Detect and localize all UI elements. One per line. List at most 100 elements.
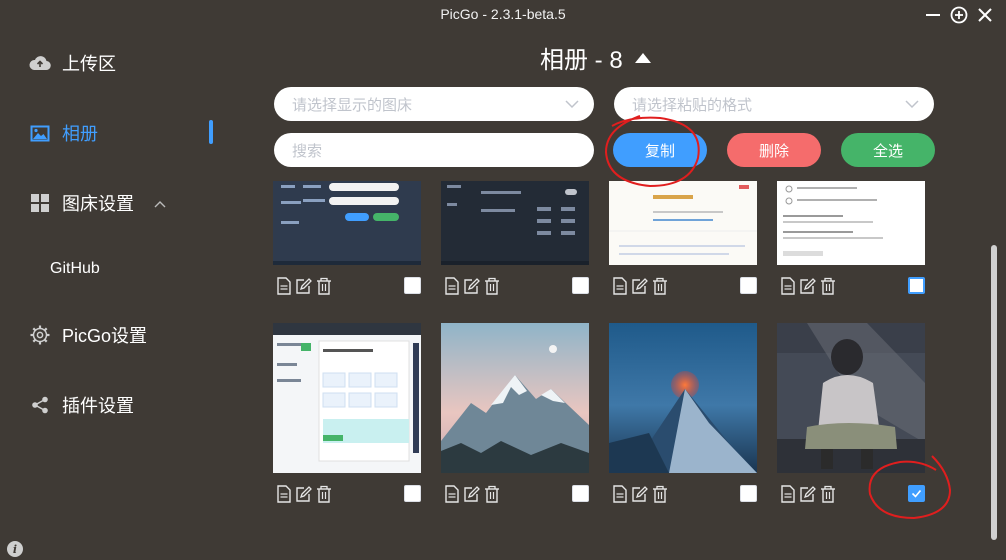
gallery-item <box>777 181 927 301</box>
chevron-down-icon <box>564 96 580 113</box>
item-tools <box>275 277 332 295</box>
maximize-button[interactable] <box>947 3 971 27</box>
file-icon[interactable] <box>275 485 292 503</box>
grid-icon <box>28 191 52 215</box>
image-thumbnail[interactable] <box>609 181 757 265</box>
edit-icon[interactable] <box>631 485 648 503</box>
gallery-item <box>273 181 423 301</box>
image-thumbnail[interactable] <box>273 323 421 473</box>
page-title-text: 相册 - 8 <box>540 47 623 74</box>
sidebar-item-label: 插件设置 <box>62 396 134 416</box>
sidebar-item-label: 上传区 <box>62 54 116 74</box>
sidebar-item-github[interactable]: GitHub <box>50 251 240 287</box>
trash-icon[interactable] <box>483 277 500 295</box>
file-icon[interactable] <box>443 485 460 503</box>
sidebar-item-label: 相册 <box>62 124 98 144</box>
trash-icon[interactable] <box>315 485 332 503</box>
edit-icon[interactable] <box>295 485 312 503</box>
item-tools <box>611 485 668 503</box>
item-tools <box>779 277 836 295</box>
cloud-upload-icon <box>28 51 52 75</box>
item-tools <box>275 485 332 503</box>
edit-icon[interactable] <box>295 277 312 295</box>
title-bar: PicGo - 2.3.1-beta.5 <box>0 0 1006 30</box>
chevron-down-icon <box>904 96 920 113</box>
item-tools <box>443 485 500 503</box>
trash-icon[interactable] <box>315 277 332 295</box>
trash-icon[interactable] <box>483 485 500 503</box>
select-checkbox[interactable] <box>908 277 925 294</box>
image-thumbnail[interactable] <box>777 181 925 265</box>
file-icon[interactable] <box>443 277 460 295</box>
sidebar-item-label: GitHub <box>50 260 100 277</box>
sidebar: 上传区 相册 图床设置 GitHub PicGo设置 插件设置 <box>0 30 230 560</box>
search-input[interactable]: 搜索 <box>274 133 594 167</box>
item-tools <box>611 277 668 295</box>
sidebar-item-picgo-settings[interactable]: PicGo设置 <box>28 317 218 353</box>
edit-icon[interactable] <box>799 485 816 503</box>
select-checkbox[interactable] <box>908 485 925 502</box>
sidebar-item-plugins[interactable]: 插件设置 <box>28 387 218 423</box>
chevron-up-icon[interactable] <box>154 195 166 211</box>
file-icon[interactable] <box>275 277 292 295</box>
share-icon <box>28 393 52 417</box>
image-thumbnail[interactable] <box>441 181 589 265</box>
sidebar-item-label: PicGo设置 <box>62 326 148 346</box>
picbed-select[interactable]: 请选择显示的图床 <box>274 87 594 121</box>
edit-icon[interactable] <box>463 277 480 295</box>
image-thumbnail[interactable] <box>609 323 757 473</box>
search-placeholder: 搜索 <box>292 142 323 160</box>
select-checkbox[interactable] <box>572 485 589 502</box>
minimize-button[interactable] <box>921 3 945 27</box>
gallery-item <box>609 181 759 301</box>
gallery-item <box>273 323 423 508</box>
file-icon[interactable] <box>779 277 796 295</box>
active-indicator <box>209 120 213 144</box>
delete-button[interactable]: 删除 <box>727 133 821 167</box>
gallery-item <box>777 323 927 508</box>
item-tools <box>443 277 500 295</box>
close-button[interactable] <box>973 3 997 27</box>
minus-icon <box>926 14 940 16</box>
picbed-select-placeholder: 请选择显示的图床 <box>292 96 413 114</box>
edit-icon[interactable] <box>631 277 648 295</box>
file-icon[interactable] <box>611 277 628 295</box>
trash-icon[interactable] <box>819 277 836 295</box>
app-title: PicGo - 2.3.1-beta.5 <box>440 6 566 22</box>
select-checkbox[interactable] <box>404 277 421 294</box>
select-checkbox[interactable] <box>572 277 589 294</box>
scrollbar-thumb[interactable] <box>991 245 997 540</box>
trash-icon[interactable] <box>651 485 668 503</box>
file-icon[interactable] <box>611 485 628 503</box>
select-all-button[interactable]: 全选 <box>841 133 935 167</box>
caret-up-icon <box>634 52 651 63</box>
trash-icon[interactable] <box>819 485 836 503</box>
close-icon <box>978 8 992 22</box>
gallery-item <box>609 323 759 508</box>
check-icon <box>911 489 922 498</box>
image-thumbnail[interactable] <box>777 323 925 473</box>
paste-format-select[interactable]: 请选择粘贴的格式 <box>614 87 934 121</box>
edit-icon[interactable] <box>463 485 480 503</box>
item-tools <box>779 485 836 503</box>
page-title[interactable]: 相册 - 8 <box>540 40 680 75</box>
copy-button[interactable]: 复制 <box>613 133 707 167</box>
gallery-item <box>441 181 591 301</box>
gallery-item <box>441 323 591 508</box>
sidebar-item-gallery[interactable]: 相册 <box>28 115 218 151</box>
sidebar-item-picbed-settings[interactable]: 图床设置 <box>28 185 218 221</box>
select-checkbox[interactable] <box>740 485 757 502</box>
gear-icon <box>28 323 52 347</box>
sidebar-item-label: 图床设置 <box>62 194 134 214</box>
select-checkbox[interactable] <box>740 277 757 294</box>
paste-format-placeholder: 请选择粘贴的格式 <box>632 96 753 114</box>
plus-circle-icon <box>950 6 968 24</box>
trash-icon[interactable] <box>651 277 668 295</box>
edit-icon[interactable] <box>799 277 816 295</box>
info-icon[interactable]: i <box>7 541 23 557</box>
file-icon[interactable] <box>779 485 796 503</box>
select-checkbox[interactable] <box>404 485 421 502</box>
image-thumbnail[interactable] <box>273 181 421 265</box>
sidebar-item-upload[interactable]: 上传区 <box>28 45 218 81</box>
image-thumbnail[interactable] <box>441 323 589 473</box>
